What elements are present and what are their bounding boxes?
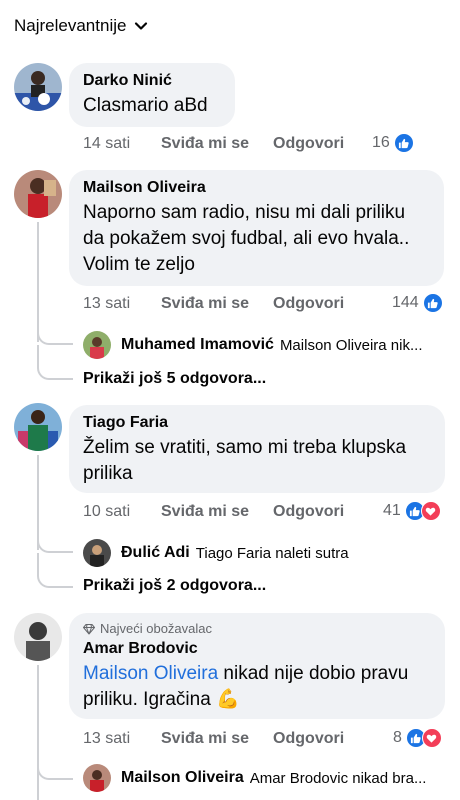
like-button[interactable]: Sviđa mi se [161,503,249,521]
comment-time[interactable]: 14 sati [83,135,161,153]
reply-button[interactable]: Odgovori [273,295,344,313]
comment-bubble: Najveći obožavalac Amar Brodovic Mailson… [69,613,445,719]
view-more-replies[interactable]: Prikaži još 5 odgovora... [83,370,266,388]
avatar [83,764,111,792]
reaction-summary[interactable]: 144 [392,293,443,313]
comment-actions: 10 sati Sviđa mi se Odgovori [83,503,368,521]
avatar[interactable] [14,403,62,451]
comment-text: Naporno sam radio, nisu mi dali priliku … [83,202,410,275]
reply-author: Đulić Adi [121,544,190,561]
reply-text: Tiago Faria naleti sutra [195,544,349,562]
comment-actions: 14 sati Sviđa mi se Odgovori [83,135,368,153]
chevron-down-icon [135,22,148,30]
love-icon [420,501,441,521]
reaction-summary[interactable]: 41 [383,501,441,521]
reply-button[interactable]: Odgovori [273,135,344,153]
reaction-summary[interactable]: 8 [393,728,442,748]
avatar[interactable] [14,63,62,111]
avatar [83,331,111,359]
thread-connector [37,528,73,553]
sort-label: Najrelevantnije [14,16,127,35]
reaction-count: 144 [392,294,419,311]
view-more-replies[interactable]: Prikaži još 2 odgovora... [83,577,266,595]
reaction-count: 41 [383,502,401,519]
reply-text: Amar Brodovic nikad bra... [249,769,427,787]
mention-link[interactable]: Mailson Oliveira [83,663,218,684]
comment-time[interactable]: 13 sati [83,295,161,313]
comment-time[interactable]: 10 sati [83,503,161,521]
comment-text: Clasmario aBd [83,95,208,116]
sort-dropdown[interactable]: Najrelevantnije [14,16,148,36]
like-button[interactable]: Sviđa mi se [161,295,249,313]
comment-time[interactable]: 13 sati [83,730,161,748]
comment-actions: 13 sati Sviđa mi se Odgovori [83,295,368,313]
reply-button[interactable]: Odgovori [273,503,344,521]
diamond-icon [83,624,95,635]
thread-connector [37,345,73,380]
reaction-count: 8 [393,729,402,746]
love-icon [421,728,442,748]
like-icon [393,133,414,153]
reply-preview[interactable]: Muhamed Imamović Mailson Oliveira nik... [83,331,448,359]
reply-preview[interactable]: Mailson Oliveira Amar Brodovic nikad bra… [83,764,453,792]
avatar[interactable] [14,170,62,218]
comment-bubble: Mailson Oliveira Naporno sam radio, nisu… [69,170,444,286]
avatar [83,539,111,567]
reply-preview[interactable]: Đulić Adi Tiago Faria naleti sutra [83,539,448,567]
thread-connector [37,755,73,780]
comment-author[interactable]: Amar Brodovic [83,639,431,659]
like-button[interactable]: Sviđa mi se [161,730,249,748]
comment-author[interactable]: Tiago Faria [83,413,431,433]
comment-text: Želim se vratiti, samo mi treba klupska … [83,437,407,484]
comment-bubble: Tiago Faria Želim se vratiti, samo mi tr… [69,405,445,493]
top-fan-badge: Najveći obožavalac [83,621,431,637]
thread-connector [37,553,73,588]
comment-bubble: Darko Ninić Clasmario aBd [69,63,235,127]
reaction-count: 16 [372,134,390,151]
reply-text: Mailson Oliveira nik... [279,336,423,354]
reaction-summary[interactable]: 16 [372,133,414,153]
reply-author: Muhamed Imamović [121,336,274,353]
reply-button[interactable]: Odgovori [273,730,344,748]
avatar[interactable] [14,613,62,661]
comment-text: Mailson Oliveira nikad nije dobio pravu … [83,661,431,713]
thread-connector [37,320,73,345]
like-button[interactable]: Sviđa mi se [161,135,249,153]
comment-author[interactable]: Mailson Oliveira [83,178,430,198]
like-icon [422,293,443,313]
reply-author: Mailson Oliveira [121,769,244,786]
thread-line [37,665,39,800]
badge-label: Najveći obožavalac [100,621,213,636]
comment-actions: 13 sati Sviđa mi se Odgovori [83,730,368,748]
comment-author[interactable]: Darko Ninić [83,71,221,91]
